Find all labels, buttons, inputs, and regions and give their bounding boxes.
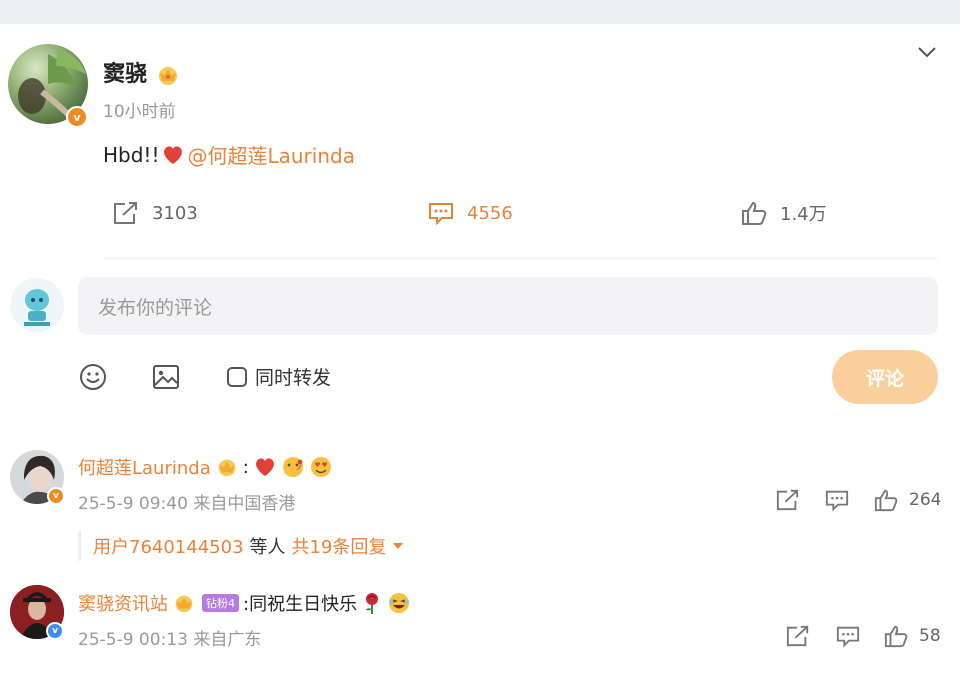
rose-emoji-icon xyxy=(366,593,379,614)
image-icon[interactable] xyxy=(151,362,181,392)
post-time: 10小时前 xyxy=(103,102,176,122)
comment-input[interactable]: 发布你的评论 xyxy=(78,277,938,335)
reply-connector: 等人 xyxy=(249,537,286,558)
comment-count: 4556 xyxy=(467,202,513,224)
comment-text: : xyxy=(242,456,249,478)
post-text: Hbd!! xyxy=(103,142,160,167)
repost-icon xyxy=(114,202,137,224)
repost-icon[interactable] xyxy=(785,624,811,648)
divider xyxy=(103,258,938,259)
verified-badge-icon: v xyxy=(47,487,65,505)
repost-checkbox-label: 同时转发 xyxy=(255,367,332,389)
emoji-icon[interactable] xyxy=(78,362,108,392)
comment-meta: 25-5-9 09:40 来自中国香港 xyxy=(78,494,296,514)
like-count: 1.4万 xyxy=(780,204,827,225)
post-author-name[interactable]: 窦骁 xyxy=(103,56,181,88)
submit-comment-button[interactable]: 评论 xyxy=(832,350,938,404)
comment-like-button[interactable]: 58 xyxy=(883,624,941,648)
post-mention-link[interactable]: @何超莲Laurinda xyxy=(187,140,354,169)
heart-eyes-emoji-icon xyxy=(310,457,331,477)
crown-badge-icon xyxy=(175,595,193,613)
reply-count: 共19条回复 xyxy=(291,537,387,558)
heart-emoji-icon xyxy=(164,145,183,164)
comment-like-count: 58 xyxy=(919,626,941,646)
comment-like-count: 264 xyxy=(909,490,942,510)
comment-like-button[interactable]: 264 xyxy=(873,488,941,512)
heart-emoji-icon xyxy=(255,458,274,476)
reply-user: 用户7640144503 xyxy=(93,537,244,558)
post-author-label: 窦骁 xyxy=(103,62,148,87)
comment-icon xyxy=(429,203,453,226)
verified-blue-badge-icon: v xyxy=(46,622,64,640)
repost-icon[interactable] xyxy=(775,488,801,512)
crown-badge-icon xyxy=(158,67,177,85)
comment-input-placeholder: 发布你的评论 xyxy=(98,296,213,319)
laughing-emoji-icon xyxy=(389,593,410,613)
user-avatar-image xyxy=(24,289,50,326)
comment-icon[interactable] xyxy=(824,488,850,512)
fan-level-badge: 钻粉4 xyxy=(202,594,239,612)
comment-button[interactable]: 4556 xyxy=(427,200,513,226)
top-bar xyxy=(0,0,960,24)
crown-badge-icon xyxy=(218,459,236,477)
comment-author-label: 窦骁资讯站 xyxy=(78,594,168,615)
repost-checkbox[interactable]: 同时转发 xyxy=(227,363,331,390)
thumbs-up-icon xyxy=(884,625,908,648)
post-content: Hbd!! @何超莲Laurinda xyxy=(103,140,355,169)
thumbs-up-icon xyxy=(874,489,898,512)
comment-author[interactable]: 何超莲Laurinda : xyxy=(78,454,333,480)
kiss-emoji-icon xyxy=(282,457,303,477)
comment-meta: 25-5-9 00:13 来自广东 xyxy=(78,630,262,650)
comment-author-label: 何超莲Laurinda xyxy=(78,458,211,479)
repost-count: 3103 xyxy=(152,202,198,224)
comment-text: :同祝生日快乐 xyxy=(243,594,358,615)
like-button[interactable]: 1.4万 xyxy=(740,200,827,226)
thumbs-up-icon xyxy=(742,201,767,225)
current-user-avatar[interactable] xyxy=(10,278,64,332)
verified-badge-icon: v xyxy=(66,106,88,128)
chevron-down-icon[interactable] xyxy=(915,42,939,62)
checkbox-box xyxy=(227,366,247,387)
repost-button[interactable]: 3103 xyxy=(112,200,198,226)
comment-icon[interactable] xyxy=(835,624,861,648)
comment-author[interactable]: 窦骁资讯站 钻粉4 :同祝生日快乐 xyxy=(78,590,411,616)
caret-down-icon xyxy=(393,543,404,549)
replies-link[interactable]: 用户7640144503 等人 共19条回复 xyxy=(78,531,404,561)
